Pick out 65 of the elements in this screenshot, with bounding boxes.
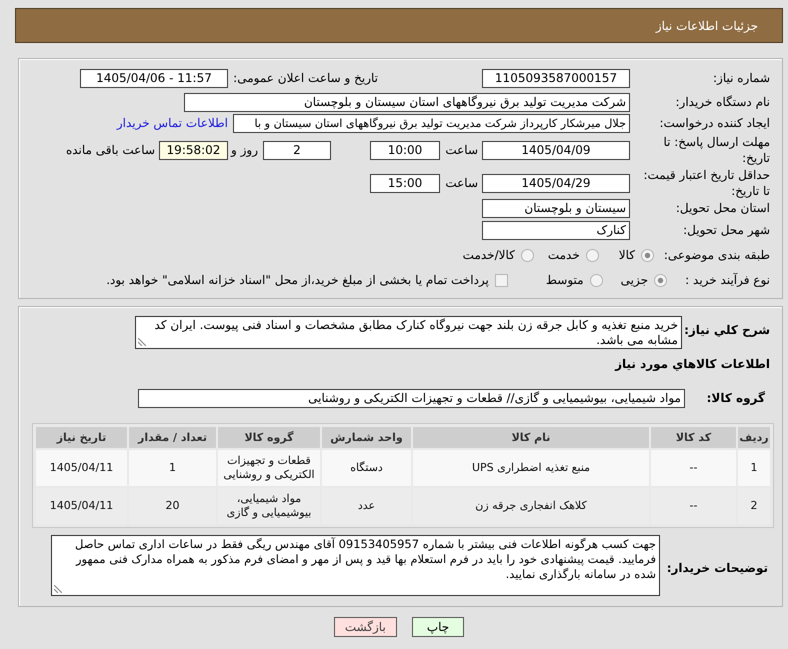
table-cell: -- xyxy=(651,450,736,486)
field-label: مهلت ارسال پاسخ: تا تاریخ: xyxy=(662,134,770,166)
remaining-label: ساعت باقی مانده xyxy=(66,142,155,158)
field-label: تاریخ و ساعت اعلان عمومی: xyxy=(233,70,378,86)
field-label: حداقل تاریخ اعتبار قیمت: تا تاریخ: xyxy=(642,167,770,199)
section-label: توضیحات خریدار: xyxy=(666,560,768,576)
time-label: ساعت xyxy=(445,175,478,191)
column-header: واحد شمارش xyxy=(322,427,411,448)
days-label: روز و xyxy=(231,142,258,158)
announce-date-field[interactable]: 1405/04/06 - 11:57 xyxy=(80,68,228,88)
table-cell: قطعات و تجهیزات الکتریکی و روشنایی xyxy=(218,450,320,486)
column-header: گروه کالا xyxy=(218,427,320,448)
table-cell: دستگاه xyxy=(322,450,411,486)
buyer-contact-link[interactable]: اطلاعات تماس خریدار xyxy=(116,116,228,130)
summary-text-area[interactable]: خرید منبع تغذیه و کابل جرقه زن بلند جهت نیروگاه کنارک مطابق مشخصات و اسناد فنی پیوست. ایران کد مشابه می باشد. xyxy=(135,316,682,349)
radio-button[interactable] xyxy=(520,248,534,262)
option-label[interactable]: خدمت xyxy=(548,247,580,263)
time-label: ساعت xyxy=(445,142,478,158)
goods-group-field[interactable]: مواد شیمیایی، بیوشیمیایی و گازی// قطعات و تجهیزات الکتریکی و روشنایی xyxy=(138,388,685,408)
field-label: نام دستگاه خریدار: xyxy=(676,94,770,110)
section-label: شرح کلي نیاز: xyxy=(684,322,770,338)
column-header: نام کالا xyxy=(413,427,649,448)
buyer-org-field[interactable]: شرکت مدیریت تولید برق نیروگاههای استان سیستان و بلوچستان xyxy=(184,92,630,112)
time-field[interactable]: 10:00 xyxy=(370,140,440,160)
requester-field[interactable]: جلال میرشکار کارپرداز شرکت مدیریت تولید برق نیروگاههای استان سیستان و با xyxy=(233,114,630,132)
column-header: کد کالا xyxy=(651,427,736,448)
column-header: تعداد / مقدار xyxy=(129,427,216,448)
province-field[interactable]: سیستان و بلوچستان xyxy=(482,198,630,218)
checkbox-label[interactable]: پرداخت تمام یا بخشی از مبلغ خرید،از محل "اسناد خزانه اسلامی" خواهد بود. xyxy=(106,272,489,288)
buyer-notes-text-area[interactable]: جهت کسب هرگونه اطلاعات فنی بیشتر با شماره 09153405957 آقای مهندس ریگی فقط در ساعات اداری تماس حاصل فرمایید. قیمت پیشنهادی خود را باید در فرم استعلام بها قید و پس از مهر و امضای فرم مذکور به همراه مدارک فنی ممهور شده در سامانه بارگذاری نمایید. xyxy=(51,535,660,596)
option-label[interactable]: جزیی xyxy=(620,272,648,288)
section-title: اطلاعات كالاهاي مورد نیاز xyxy=(615,356,770,372)
print-button[interactable]: چاپ xyxy=(412,617,464,637)
page-title: جزئیات اطلاعات نیاز xyxy=(656,18,758,32)
table-cell: 1405/04/11 xyxy=(36,450,127,486)
option-label[interactable]: کالا xyxy=(618,247,635,263)
remaining-time-field[interactable]: 19:58:02 xyxy=(159,140,228,160)
field-label: شهر محل تحویل: xyxy=(683,222,770,238)
option-label[interactable]: متوسط xyxy=(546,272,584,288)
radio-button[interactable] xyxy=(654,274,667,286)
table-cell: 1 xyxy=(129,450,216,486)
field-label: ایجاد کننده درخواست: xyxy=(659,115,770,131)
resize-grip-icon[interactable] xyxy=(54,585,62,593)
field-label: نوع فرآیند خرید : xyxy=(685,272,770,288)
radio-button[interactable] xyxy=(641,248,654,262)
table-cell: 1 xyxy=(738,450,770,486)
back-button[interactable]: بازگشت xyxy=(334,617,397,637)
resize-grip-icon[interactable] xyxy=(138,338,146,346)
date-field[interactable]: 1405/04/09 xyxy=(482,140,630,160)
checkbox[interactable] xyxy=(494,274,508,286)
section-label: گروه کالا: xyxy=(706,390,765,406)
field-label: شماره نیاز: xyxy=(713,70,770,86)
field-label: طبقه بندی موضوعی: xyxy=(664,247,770,263)
radio-button[interactable] xyxy=(586,248,599,262)
column-header: ردیف xyxy=(738,427,770,448)
date-field[interactable]: 1405/04/29 xyxy=(482,174,630,192)
city-field[interactable]: کنارک xyxy=(482,220,630,240)
need-number-field[interactable]: 1105093587000157 xyxy=(482,68,630,88)
field-label: استان محل تحویل: xyxy=(676,200,770,216)
option-label[interactable]: کالا/خدمت xyxy=(462,247,515,263)
time-field[interactable]: 15:00 xyxy=(370,174,440,192)
radio-button[interactable] xyxy=(590,274,603,286)
days-field[interactable]: 2 xyxy=(263,140,331,160)
table-cell: منبع تغذیه اضطراری UPS xyxy=(413,450,649,486)
column-header: تاریخ نیاز xyxy=(36,427,127,448)
